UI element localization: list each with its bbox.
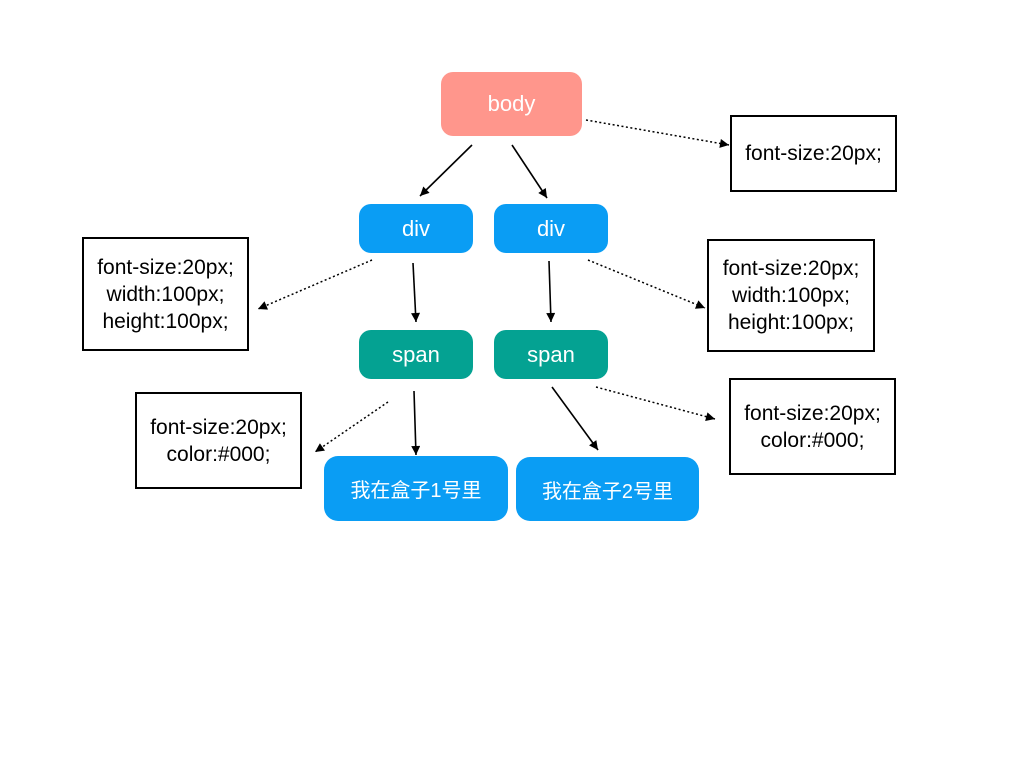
arrow-div-2-to-span-2 — [546, 260, 556, 323]
style-box-span-2: font-size:20px; color:#000; — [729, 378, 896, 475]
style-line: font-size:20px; — [744, 401, 881, 425]
node-label: 我在盒子1号里 — [350, 480, 482, 502]
style-box-span-1: font-size:20px; color:#000; — [135, 392, 302, 489]
node-text-2: 我在盒子2号里 — [516, 457, 699, 521]
style-box-div-2: font-size:20px; width:100px; height:100p… — [707, 239, 875, 352]
style-line: width:100px; — [732, 284, 850, 307]
dotted-arrow-span-2-to-style-box — [595, 386, 716, 422]
node-label: div — [401, 215, 431, 241]
style-line: height:100px; — [102, 309, 229, 333]
style-line: font-size:20px; — [97, 255, 234, 279]
node-label: 我在盒子2号里 — [541, 480, 674, 503]
style-box-div-1: font-size:20px; width:100px; height:100p… — [82, 237, 249, 351]
dotted-arrow-body-to-style-box — [585, 119, 730, 148]
arrow-body-to-div-1 — [419, 144, 473, 197]
node-span-2: span — [494, 330, 608, 379]
style-line: color:#000; — [760, 428, 865, 452]
dotted-arrow-div-2-to-style-box — [587, 259, 706, 309]
style-line: font-size:20px; — [745, 142, 882, 165]
arrow-span-2-to-text-2 — [551, 386, 599, 451]
dom-inheritance-diagram: body font-size:20px; div font-size:20px;… — [0, 0, 1024, 768]
dotted-arrow-span-1-to-style-box — [314, 401, 389, 453]
dotted-arrow-div-1-to-style-box — [257, 259, 373, 310]
style-line: font-size:20px; — [150, 415, 287, 439]
node-label: span — [527, 341, 575, 367]
style-line: width:100px; — [106, 282, 225, 306]
arrow-body-to-div-2 — [511, 144, 548, 199]
style-line: font-size:20px; — [722, 257, 860, 280]
style-line: height:100px; — [727, 311, 855, 334]
arrow-span-1-to-text-1 — [411, 390, 421, 456]
style-box-body: font-size:20px; — [730, 115, 897, 192]
node-span-1: span — [359, 330, 473, 379]
node-label: body — [487, 91, 536, 116]
arrow-div-1-to-span-1 — [411, 262, 421, 323]
node-label: span — [392, 341, 440, 367]
node-body: body — [441, 72, 582, 136]
node-div-2: div — [494, 204, 608, 253]
node-text-1: 我在盒子1号里 — [324, 456, 508, 521]
style-line: color:#000; — [166, 442, 271, 466]
node-div-1: div — [359, 204, 473, 253]
node-label: div — [536, 215, 566, 241]
